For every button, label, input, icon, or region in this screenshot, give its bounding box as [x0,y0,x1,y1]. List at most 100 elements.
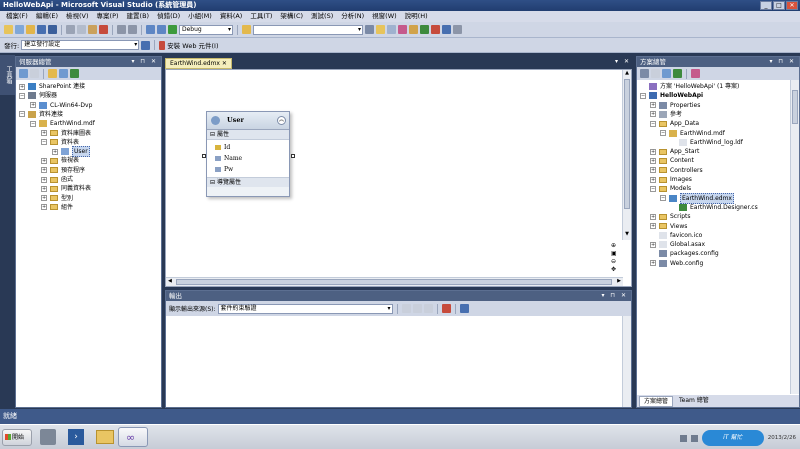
cut-icon[interactable] [66,25,75,34]
designer-horizontal-scrollbar[interactable]: ◀ ▶ [166,277,623,286]
entity-user[interactable]: User ︽ ⊟ 屬性 Id Name Pw ⊟ 導覽屬性 [206,111,290,197]
toolbar-options-icon[interactable] [453,25,462,34]
zoom-in-icon[interactable]: ⊕ [611,242,620,249]
collapse-icon[interactable]: − [660,130,666,136]
undo-icon[interactable] [117,25,126,34]
solution-explorer-scrollbar[interactable] [790,80,799,394]
collapse-icon[interactable]: − [650,120,656,127]
copy-icon[interactable] [77,25,86,34]
explorer-icon[interactable] [96,430,114,444]
menu-item[interactable]: 偵錯(D) [153,11,184,22]
start-debug-icon[interactable] [168,25,177,34]
output-source-select[interactable]: 套件約束驗證 [217,303,393,314]
redo-icon[interactable] [128,25,137,34]
close-button[interactable]: ✕ [786,1,798,10]
add-item-icon[interactable] [15,25,24,34]
expand-icon[interactable]: + [650,260,656,267]
tree-item[interactable]: + 資料庫圖表 [41,129,91,138]
tree-item[interactable]: + 預存程序 [41,166,85,175]
hscroll-thumb[interactable] [176,279,612,285]
nav-properties-section-header[interactable]: ⊟ 導覽屬性 [207,177,289,187]
tree-item[interactable]: − HelloWebApi [640,91,703,100]
maximize-button[interactable]: □ [773,1,785,10]
expand-icon[interactable]: + [650,157,656,164]
view-code-icon[interactable] [673,69,682,78]
entity-property[interactable]: Name [207,153,289,164]
expand-icon[interactable]: + [30,102,36,109]
collapse-icon[interactable]: − [19,92,25,99]
expand-icon[interactable]: + [650,213,656,220]
expand-icon[interactable]: + [650,241,656,248]
selection-handle[interactable] [291,154,295,158]
tab-solution-explorer[interactable]: 方案總管 [639,396,674,407]
menu-item[interactable]: 工具(T) [246,11,276,22]
expand-icon[interactable]: + [41,130,47,136]
object-browser-icon[interactable] [398,25,407,34]
tree-item[interactable]: EarthWind_log.ldf [670,138,743,147]
collapse-icon[interactable]: − [41,139,47,146]
clear-all-icon[interactable] [441,304,451,313]
tab-team-explorer[interactable]: Team 總管 [675,396,713,407]
command-window-icon[interactable] [442,25,451,34]
expand-icon[interactable]: + [19,83,25,90]
prev-message-icon[interactable] [412,304,422,313]
tree-item[interactable]: 方案 'HelloWebApi' (1 專案) [640,82,739,91]
find-message-icon[interactable] [401,304,411,313]
entity-property[interactable]: Pw [207,164,289,175]
toolbox-side-tab[interactable]: 工具箱 [0,55,15,95]
menu-item[interactable]: 檢視(V) [62,11,93,22]
tree-item[interactable]: + Images [650,175,692,184]
next-message-icon[interactable] [423,304,433,313]
scroll-left-arrow[interactable]: ◀ [168,278,172,284]
minimize-button[interactable]: _ [760,1,772,10]
pane-buttons[interactable]: ▾ ⊓ ✕ [131,57,158,67]
navigate-forward-icon[interactable] [157,25,166,34]
solution-explorer-icon[interactable] [376,25,385,34]
tree-item[interactable]: + Web.config [650,259,703,268]
tree-item[interactable]: EarthWind.Designer.cs [670,203,758,212]
tree-item[interactable]: + Content [650,156,694,165]
menu-item[interactable]: 視窗(W) [368,11,401,22]
pane-buttons[interactable]: ▾ ⊓ ✕ [601,291,628,301]
properties-icon[interactable] [640,69,649,78]
expand-icon[interactable]: + [650,176,656,183]
navigate-back-icon[interactable] [146,25,155,34]
tree-item[interactable]: + User [52,146,90,158]
delete-icon[interactable] [99,25,108,34]
expand-icon[interactable]: + [41,176,47,183]
menu-item[interactable]: 編輯(E) [32,11,62,22]
expand-icon[interactable]: + [650,167,656,174]
entity-property[interactable]: Id [207,142,289,153]
menu-item[interactable]: 分析(N) [337,11,368,22]
expand-icon[interactable]: + [41,157,47,164]
menu-item[interactable]: 資料(A) [216,11,247,22]
scroll-right-arrow[interactable]: ▶ [617,278,621,284]
tree-item[interactable]: + Properties [650,101,700,110]
collapse-icon[interactable]: − [19,111,25,118]
close-tab-icon[interactable]: ✕ [222,60,227,67]
menu-item[interactable]: 建置(B) [123,11,154,22]
output-vertical-scrollbar[interactable] [622,316,631,407]
tree-item[interactable]: − EarthWind.edmx [660,192,734,204]
menu-item[interactable]: 測試(S) [307,11,337,22]
tree-item[interactable]: + Global.asax [650,240,705,249]
tree-item[interactable]: − 資料連接 [19,110,63,119]
entity-header[interactable]: User ︽ [207,112,289,130]
tree-item[interactable]: + 函式 [41,175,73,184]
paste-icon[interactable] [88,25,97,34]
editor-close-icon[interactable]: ✕ [624,58,629,65]
tree-item[interactable]: + Controllers [650,166,703,175]
tree-item[interactable]: − EarthWind.mdf [660,129,725,138]
output-text-area[interactable] [166,316,622,407]
collapse-entity-icon[interactable]: ︽ [277,116,286,125]
collapse-icon[interactable]: − [30,120,36,127]
find-in-files-icon[interactable] [242,25,251,34]
tree-item[interactable]: + Scripts [650,212,691,221]
tree-item[interactable]: + 型別 [41,194,73,203]
start-page-icon[interactable] [420,25,429,34]
properties-window-icon[interactable] [387,25,396,34]
tree-item[interactable]: + 檢視表 [41,156,79,165]
expand-icon[interactable]: + [650,223,656,229]
connect-database-icon[interactable] [48,69,57,78]
visual-studio-taskbar-button[interactable]: ∞ [118,427,148,447]
